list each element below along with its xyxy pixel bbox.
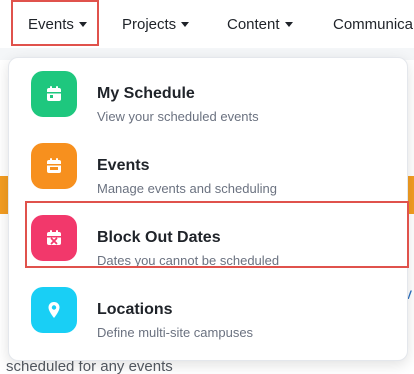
nav-events-menu[interactable]: Events	[28, 0, 87, 48]
calendar-event-icon	[47, 158, 61, 173]
chevron-down-icon	[284, 21, 293, 27]
menu-item-subtitle: View your scheduled events	[97, 109, 259, 124]
nav-content-menu[interactable]: Content	[227, 0, 293, 48]
block-out-dates-icon-tile	[31, 215, 77, 261]
menu-item-title: My Schedule	[97, 85, 195, 102]
menu-item-title: Block Out Dates	[97, 229, 221, 246]
menu-item-title: Locations	[97, 301, 173, 318]
calendar-x-icon	[47, 230, 61, 245]
nav-communications-label: Communica	[333, 15, 414, 33]
menu-item-title: Events	[97, 157, 150, 174]
nav-content-label: Content	[227, 15, 280, 33]
calendar-icon	[47, 86, 61, 101]
page: v scheduled for any events Events Projec…	[0, 0, 414, 374]
menu-item-subtitle: Manage events and scheduling	[97, 181, 277, 196]
top-navigation: Events Projects Content Communica	[0, 0, 414, 48]
my-schedule-icon-tile	[31, 71, 77, 117]
menu-item-subtitle: Dates you cannot be scheduled	[97, 253, 280, 268]
menu-item-events[interactable]: Events Manage events and scheduling	[9, 130, 409, 202]
map-pin-icon	[48, 302, 60, 318]
chevron-down-icon	[181, 21, 190, 27]
nav-projects-label: Projects	[122, 15, 177, 33]
locations-icon-tile	[31, 287, 77, 333]
menu-item-block-out-dates[interactable]: Block Out Dates Dates you cannot be sche…	[9, 202, 409, 274]
nav-communications-menu[interactable]: Communica	[333, 0, 413, 48]
menu-item-subtitle: Define multi-site campuses	[97, 325, 254, 340]
nav-projects-menu[interactable]: Projects	[122, 0, 190, 48]
nav-events-label: Events	[28, 15, 74, 33]
menu-item-locations[interactable]: Locations Define multi-site campuses	[9, 274, 409, 346]
events-dropdown-menu: My Schedule View your scheduled events E…	[8, 57, 409, 361]
events-icon-tile	[31, 143, 77, 189]
chevron-down-icon	[78, 21, 87, 27]
menu-item-my-schedule[interactable]: My Schedule View your scheduled events	[9, 58, 409, 130]
